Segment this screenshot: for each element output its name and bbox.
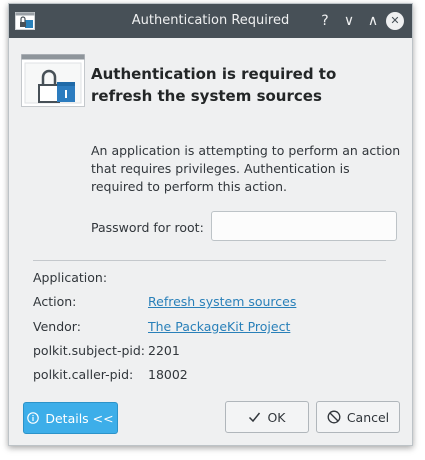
cancel-button-label: Cancel <box>346 409 390 425</box>
dialog-description: An application is attempting to perform … <box>91 143 401 194</box>
title-bar[interactable]: Authentication Required ? ∨ ∧ ✕ <box>9 4 412 38</box>
detail-label: Vendor: <box>33 319 81 334</box>
action-link[interactable]: Refresh system sources <box>148 294 296 309</box>
detail-label: Action: <box>33 294 77 309</box>
authentication-dialog: Authentication Required ? ∨ ∧ ✕ Authenti… <box>8 3 413 446</box>
vendor-link[interactable]: The PackageKit Project <box>148 319 290 334</box>
minimize-button[interactable]: ∨ <box>339 11 359 31</box>
details-button-label: Details << <box>45 410 114 426</box>
detail-label: polkit.subject-pid: <box>33 343 146 358</box>
details-button[interactable]: Details << <box>23 402 118 434</box>
checkmark-icon <box>248 411 261 423</box>
ok-button-label: OK <box>267 409 286 425</box>
help-button[interactable]: ? <box>315 11 335 31</box>
divider <box>33 260 386 261</box>
password-label: Password for root: <box>91 220 204 235</box>
close-button[interactable]: ✕ <box>386 12 404 30</box>
info-icon <box>27 412 40 424</box>
password-field[interactable] <box>211 211 397 241</box>
detail-label: Application: <box>33 270 108 285</box>
dialog-heading: Authentication is required to refresh th… <box>91 65 337 105</box>
window-lock-icon <box>21 54 85 108</box>
ok-button[interactable]: OK <box>225 401 309 433</box>
cancel-icon <box>327 410 341 424</box>
maximize-button[interactable]: ∧ <box>363 11 383 31</box>
detail-value: 2201 <box>148 343 180 358</box>
cancel-button[interactable]: Cancel <box>316 401 400 433</box>
detail-label: polkit.caller-pid: <box>33 367 134 382</box>
detail-value: 18002 <box>148 367 188 382</box>
